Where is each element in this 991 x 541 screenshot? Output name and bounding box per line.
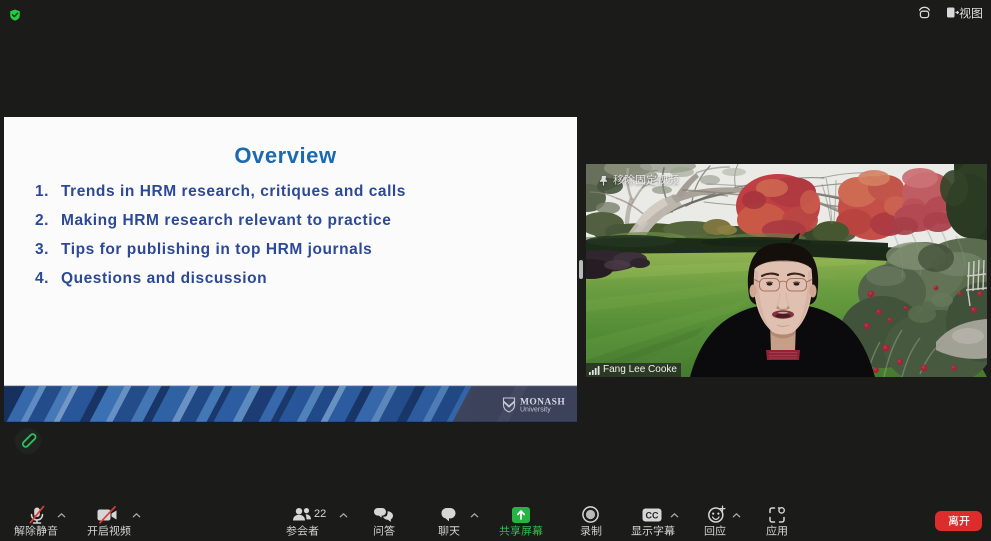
svg-text:University: University <box>520 407 551 414</box>
svg-text:CC: CC <box>646 510 659 520</box>
